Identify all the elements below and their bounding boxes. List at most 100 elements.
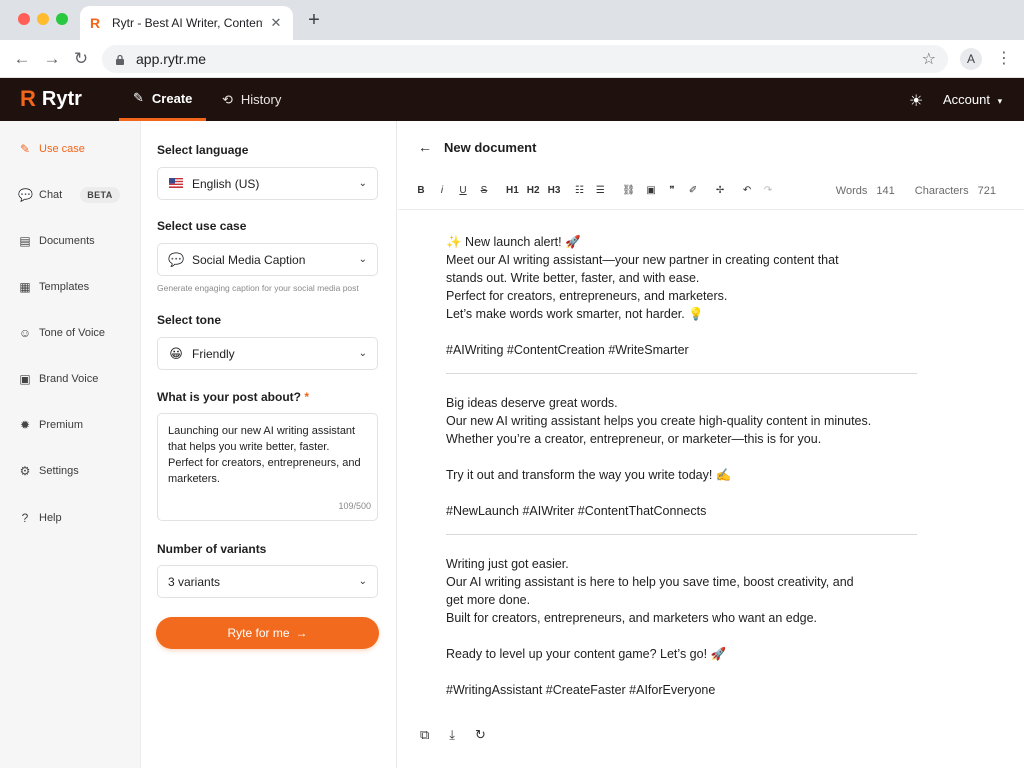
lock-icon [114, 53, 126, 65]
document-content[interactable]: ✨ New launch alert! 🚀 Meet our AI writin… [446, 233, 926, 699]
tone-select[interactable]: 😀 Friendly ⌄ [157, 337, 378, 370]
link-icon[interactable]: ⛓ [622, 185, 635, 196]
undo-icon[interactable]: ↶ [742, 185, 752, 196]
sidebar-item-premium[interactable]: ✹ Premium [0, 413, 141, 437]
account-menu[interactable]: Account ▾ [943, 92, 1002, 107]
variant-1: ✨ New launch alert! 🚀 Meet our AI writin… [446, 233, 926, 359]
content-cta: Try it out and transform the way you wri… [446, 468, 732, 482]
sidebar-item-brand-voice[interactable]: ▣ Brand Voice [0, 367, 141, 391]
about-textarea[interactable]: Launching our new AI writing assistant t… [157, 413, 378, 521]
sidebar-item-templates[interactable]: ▦ Templates [0, 275, 141, 299]
bookmark-star-icon[interactable]: ☆ [922, 49, 936, 69]
download-icon[interactable]: ⤓ [449, 727, 455, 743]
editor-toolbar: B i U S H1 H2 H3 ☷ ☰ ⛓ ▣ ❞ ✐ ✢ ↶ ↷ Words… [398, 171, 1024, 210]
usecase-select[interactable]: 💬 Social Media Caption ⌄ [157, 243, 378, 276]
about-label-text: What is your post about? [157, 390, 301, 404]
chevron-down-icon: ⌄ [358, 178, 367, 189]
heading1-button[interactable]: H1 [506, 185, 519, 196]
sidebar-item-chat[interactable]: 💬 Chat BETA [0, 183, 141, 207]
chevron-down-icon: ⌄ [358, 348, 367, 359]
highlight-icon[interactable]: ✐ [688, 185, 698, 196]
editor-bottom-tools: ⧉ ⤓ ↻ [420, 727, 506, 743]
new-tab-icon[interactable]: + [304, 10, 324, 30]
language-label: Select language [157, 143, 249, 157]
variants-label: Number of variants [157, 542, 267, 556]
theme-toggle-icon[interactable]: ☀ [909, 91, 923, 111]
help-icon: ? [21, 511, 29, 525]
strikethrough-button[interactable]: S [479, 185, 489, 196]
underline-button[interactable]: U [458, 185, 468, 196]
chat-icon: 💬 [18, 188, 33, 202]
about-text: Launching our new AI writing assistant t… [168, 425, 361, 485]
sidebar-item-label: Use case [39, 143, 85, 155]
form-panel: Select language English (US) ⌄ Select us… [141, 121, 397, 768]
pen-icon: ✎ [19, 142, 31, 156]
hashtags: #AIWriting #ContentCreation #WriteSmarte… [446, 343, 689, 357]
quote-icon[interactable]: ❞ [667, 185, 677, 196]
numbered-list-icon[interactable]: ☷ [574, 185, 584, 196]
sidebar-item-tone-of-voice[interactable]: ☺ Tone of Voice [0, 321, 141, 345]
logo-text: Rytr [41, 88, 82, 110]
tab-close-icon[interactable]: ✕ [269, 15, 283, 31]
back-arrow-icon[interactable]: ← [418, 139, 432, 155]
italic-button[interactable]: i [437, 185, 447, 196]
nav-tab-create[interactable]: ✎ Create [119, 78, 207, 121]
sidebar-item-documents[interactable]: ▤ Documents [0, 229, 141, 253]
rytr-logo-icon: R [20, 86, 36, 111]
editor-panel: ← New document B i U S H1 H2 H3 ☷ ☰ ⛓ ▣ … [398, 121, 1024, 768]
rytr-logo[interactable]: R Rytr [20, 87, 82, 111]
bold-button[interactable]: B [416, 185, 426, 196]
chevron-down-icon: ⌄ [358, 576, 367, 587]
document-title[interactable]: New document [444, 140, 536, 155]
content-line: Whether you’re a creator, entrepreneur, … [446, 432, 822, 446]
forward-arrow-icon[interactable]: → [42, 49, 62, 69]
sidebar-item-help[interactable]: ? Help [0, 506, 141, 530]
tone-icon: ☺ [18, 326, 32, 340]
content-line: ✨ New launch alert! 🚀 [446, 235, 581, 249]
heading2-button[interactable]: H2 [527, 185, 540, 196]
profile-avatar[interactable]: A [960, 48, 982, 70]
language-select[interactable]: English (US) ⌄ [157, 167, 378, 200]
hashtags: #NewLaunch #AIWriter #ContentThatConnect… [446, 504, 707, 518]
back-arrow-icon[interactable]: ← [12, 49, 32, 69]
heading3-button[interactable]: H3 [548, 185, 561, 196]
window-minimize-button[interactable] [37, 13, 49, 25]
sidebar-item-label: Templates [39, 281, 90, 293]
sidebar-item-use-case[interactable]: ✎ Use case [0, 137, 141, 161]
ai-tools-icon[interactable]: ✢ [715, 185, 725, 196]
pencil-icon: ✎ [133, 90, 144, 105]
templates-icon: ▦ [19, 280, 31, 294]
bullet-list-icon[interactable]: ☰ [595, 185, 605, 196]
arrow-right-icon: → [295, 626, 308, 640]
document-header: ← New document [418, 139, 536, 155]
reload-icon[interactable]: ↻ [71, 49, 91, 69]
content-line: Perfect for creators, entrepreneurs, and… [446, 289, 728, 303]
word-count: Words 141 [836, 185, 895, 197]
variants-value: 3 variants [168, 574, 221, 589]
hashtags: #WritingAssistant #CreateFaster #AIforEv… [446, 683, 716, 697]
smiley-icon: 😀 [169, 345, 183, 361]
content-line: Writing just got easier. [446, 557, 569, 571]
ryte-for-me-button[interactable]: Ryte for me → [156, 617, 379, 649]
required-marker: * [304, 390, 310, 404]
variants-select[interactable]: 3 variants ⌄ [157, 565, 378, 598]
sidebar-item-settings[interactable]: ⚙ Settings [0, 459, 141, 483]
regenerate-icon[interactable]: ↻ [475, 727, 486, 743]
browser-menu-icon[interactable]: ⋮ [996, 49, 1012, 69]
nav-tab-history[interactable]: ⟲ History [208, 78, 295, 121]
copy-icon[interactable]: ⧉ [420, 727, 429, 743]
address-bar[interactable]: app.rytr.me ☆ [102, 45, 948, 73]
window-close-button[interactable] [18, 13, 30, 25]
content-line: Our new AI writing assistant helps you c… [446, 414, 872, 428]
usecase-hint: Generate engaging caption for your socia… [157, 283, 359, 293]
words-label: Words [835, 184, 868, 197]
chevron-down-icon: ⌄ [358, 254, 367, 265]
browser-tab-title: Rytr - Best AI Writer, Content G [112, 16, 263, 30]
window-maximize-button[interactable] [56, 13, 68, 25]
image-icon[interactable]: ▣ [646, 185, 656, 196]
rytr-favicon-icon: R [90, 15, 101, 31]
content-line: stands out. Write better, faster, and wi… [446, 271, 700, 285]
redo-icon[interactable]: ↷ [763, 185, 773, 196]
browser-tab[interactable]: R Rytr - Best AI Writer, Content G ✕ [80, 6, 293, 40]
content-line: Let’s make words work smarter, not harde… [446, 307, 704, 321]
